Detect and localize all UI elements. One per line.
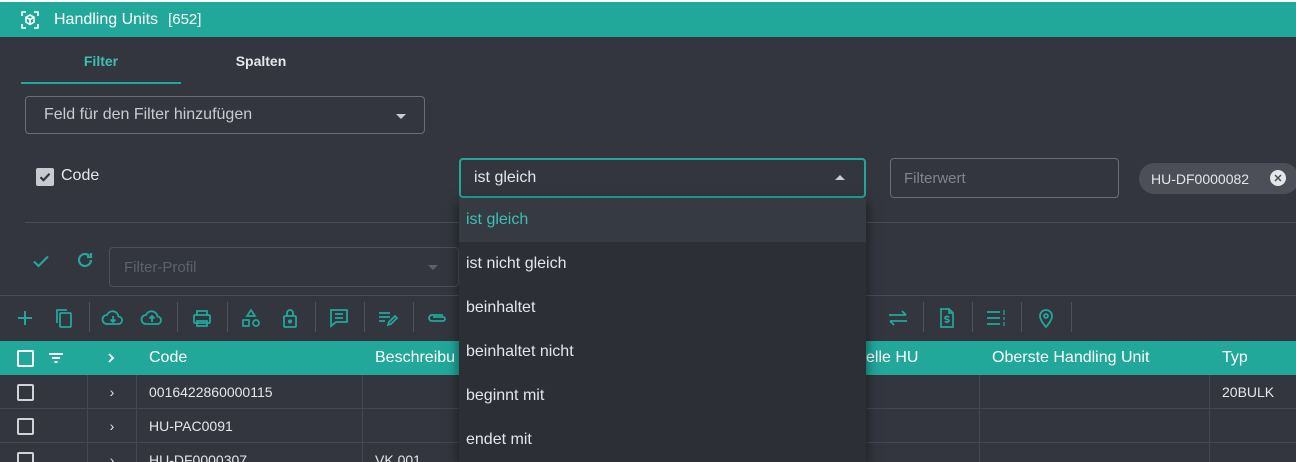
cell-code: HU-DF0000307	[137, 443, 363, 462]
cell-oberste-hu	[980, 443, 1210, 462]
column-header-code[interactable]: Code	[149, 341, 187, 375]
column-header-aktuelle-hu[interactable]: elle HU	[866, 341, 918, 375]
cloud-download-icon[interactable]	[101, 306, 125, 330]
apply-check-icon[interactable]	[31, 251, 51, 276]
operator-selected-value: ist gleich	[474, 169, 537, 186]
cell-typ: 20BULK	[1222, 384, 1275, 400]
chevron-up-icon	[835, 175, 845, 180]
toolbar-separator	[413, 302, 414, 332]
tab-spalten-label: Spalten	[235, 53, 287, 69]
location-pin-icon[interactable]	[1034, 306, 1058, 330]
expand-chevron-icon[interactable]: ›	[110, 384, 115, 400]
title-bar: Handling Units [652]	[0, 2, 1296, 37]
column-header-typ[interactable]: Typ	[1222, 341, 1248, 375]
expand-chevron-icon[interactable]: ›	[110, 418, 115, 434]
reload-icon[interactable]	[75, 250, 95, 275]
checkmark-icon	[39, 172, 51, 182]
cell-code: HU-PAC0091	[137, 409, 363, 443]
cell-oberste-hu	[980, 409, 1210, 443]
handling-unit-icon	[20, 9, 42, 31]
toolbar-separator	[364, 302, 365, 332]
option-endet-mit[interactable]: endet mit	[459, 418, 866, 462]
toolbar-separator	[177, 302, 178, 332]
toolbar-separator	[972, 302, 973, 332]
edit-list-icon[interactable]	[376, 306, 400, 330]
row-checkbox[interactable]	[17, 451, 34, 462]
expand-all-chevron-icon[interactable]	[106, 341, 116, 375]
toolbar-separator	[227, 302, 228, 332]
list-numbered-icon[interactable]	[984, 306, 1008, 330]
toolbar-separator	[89, 302, 90, 332]
cell-code: 0016422860000115	[137, 375, 363, 409]
option-beinhaltet-nicht[interactable]: beinhaltet nicht	[459, 330, 866, 374]
cell-typ	[1210, 443, 1296, 462]
filter-profile-select[interactable]: Filter-Profil	[109, 247, 459, 287]
tab-spalten[interactable]: Spalten	[181, 50, 341, 84]
tab-filter[interactable]: Filter	[21, 50, 181, 84]
cell-oberste-hu	[980, 375, 1210, 409]
chevron-down-icon	[396, 114, 406, 119]
cell-aktuelle-hu	[866, 409, 980, 443]
swap-icon[interactable]	[886, 306, 910, 330]
option-beinhaltet[interactable]: beinhaltet	[459, 286, 866, 330]
toolbar-separator	[1071, 302, 1072, 332]
window-title: Handling Units	[54, 10, 159, 28]
comment-icon[interactable]	[327, 306, 351, 330]
filter-profile-placeholder: Filter-Profil	[124, 258, 197, 276]
chip-label: HU-DF0000082	[1151, 170, 1250, 187]
filter-value-placeholder: Filterwert	[904, 169, 966, 187]
lock-icon[interactable]	[278, 306, 302, 330]
cell-typ	[1210, 409, 1296, 443]
select-all-checkbox[interactable]	[17, 341, 34, 375]
option-ist-gleich[interactable]: ist gleich	[459, 198, 866, 242]
shapes-icon[interactable]	[239, 306, 263, 330]
copy-icon[interactable]	[52, 306, 76, 330]
record-count: [652]	[168, 11, 202, 28]
column-header-beschreibung[interactable]: Beschreibu	[375, 341, 455, 375]
chevron-down-icon	[428, 265, 438, 270]
code-filter-label: Code	[61, 167, 100, 184]
chip-remove-icon[interactable]: ✕	[1270, 170, 1286, 186]
toolbar-separator	[315, 302, 316, 332]
add-filter-field-select[interactable]: Feld für den Filter hinzufügen	[25, 96, 425, 134]
expand-chevron-icon[interactable]: ›	[110, 452, 115, 462]
row-checkbox[interactable]	[17, 417, 34, 435]
invoice-icon[interactable]	[935, 306, 959, 330]
cloud-upload-icon[interactable]	[140, 306, 164, 330]
cell-beschreibung: VK 001	[363, 443, 463, 462]
cell-aktuelle-hu	[866, 443, 980, 462]
filter-value-chip: HU-DF0000082 ✕	[1139, 163, 1296, 194]
operator-dropdown-menu: ist gleich ist nicht gleich beinhaltet b…	[459, 198, 866, 462]
filter-icon[interactable]	[48, 341, 64, 375]
toolbar-separator	[923, 302, 924, 332]
cell-beschreibung	[363, 375, 463, 409]
attachment-icon[interactable]	[425, 306, 449, 330]
cell-beschreibung	[363, 409, 463, 443]
tab-filter-label: Filter	[83, 53, 119, 69]
option-beginnt-mit[interactable]: beginnt mit	[459, 374, 866, 418]
add-icon[interactable]	[13, 306, 37, 330]
toolbar-separator	[1021, 302, 1022, 332]
filter-value-input[interactable]: Filterwert	[890, 158, 1119, 198]
add-filter-placeholder: Feld für den Filter hinzufügen	[44, 106, 253, 123]
column-header-oberste-hu[interactable]: Oberste Handling Unit	[992, 341, 1149, 375]
operator-select[interactable]: ist gleich	[459, 158, 866, 198]
code-filter-checkbox[interactable]	[36, 168, 54, 186]
row-checkbox[interactable]	[17, 383, 34, 401]
cell-aktuelle-hu	[866, 375, 980, 409]
option-ist-nicht-gleich[interactable]: ist nicht gleich	[459, 242, 866, 286]
print-icon[interactable]	[190, 306, 214, 330]
